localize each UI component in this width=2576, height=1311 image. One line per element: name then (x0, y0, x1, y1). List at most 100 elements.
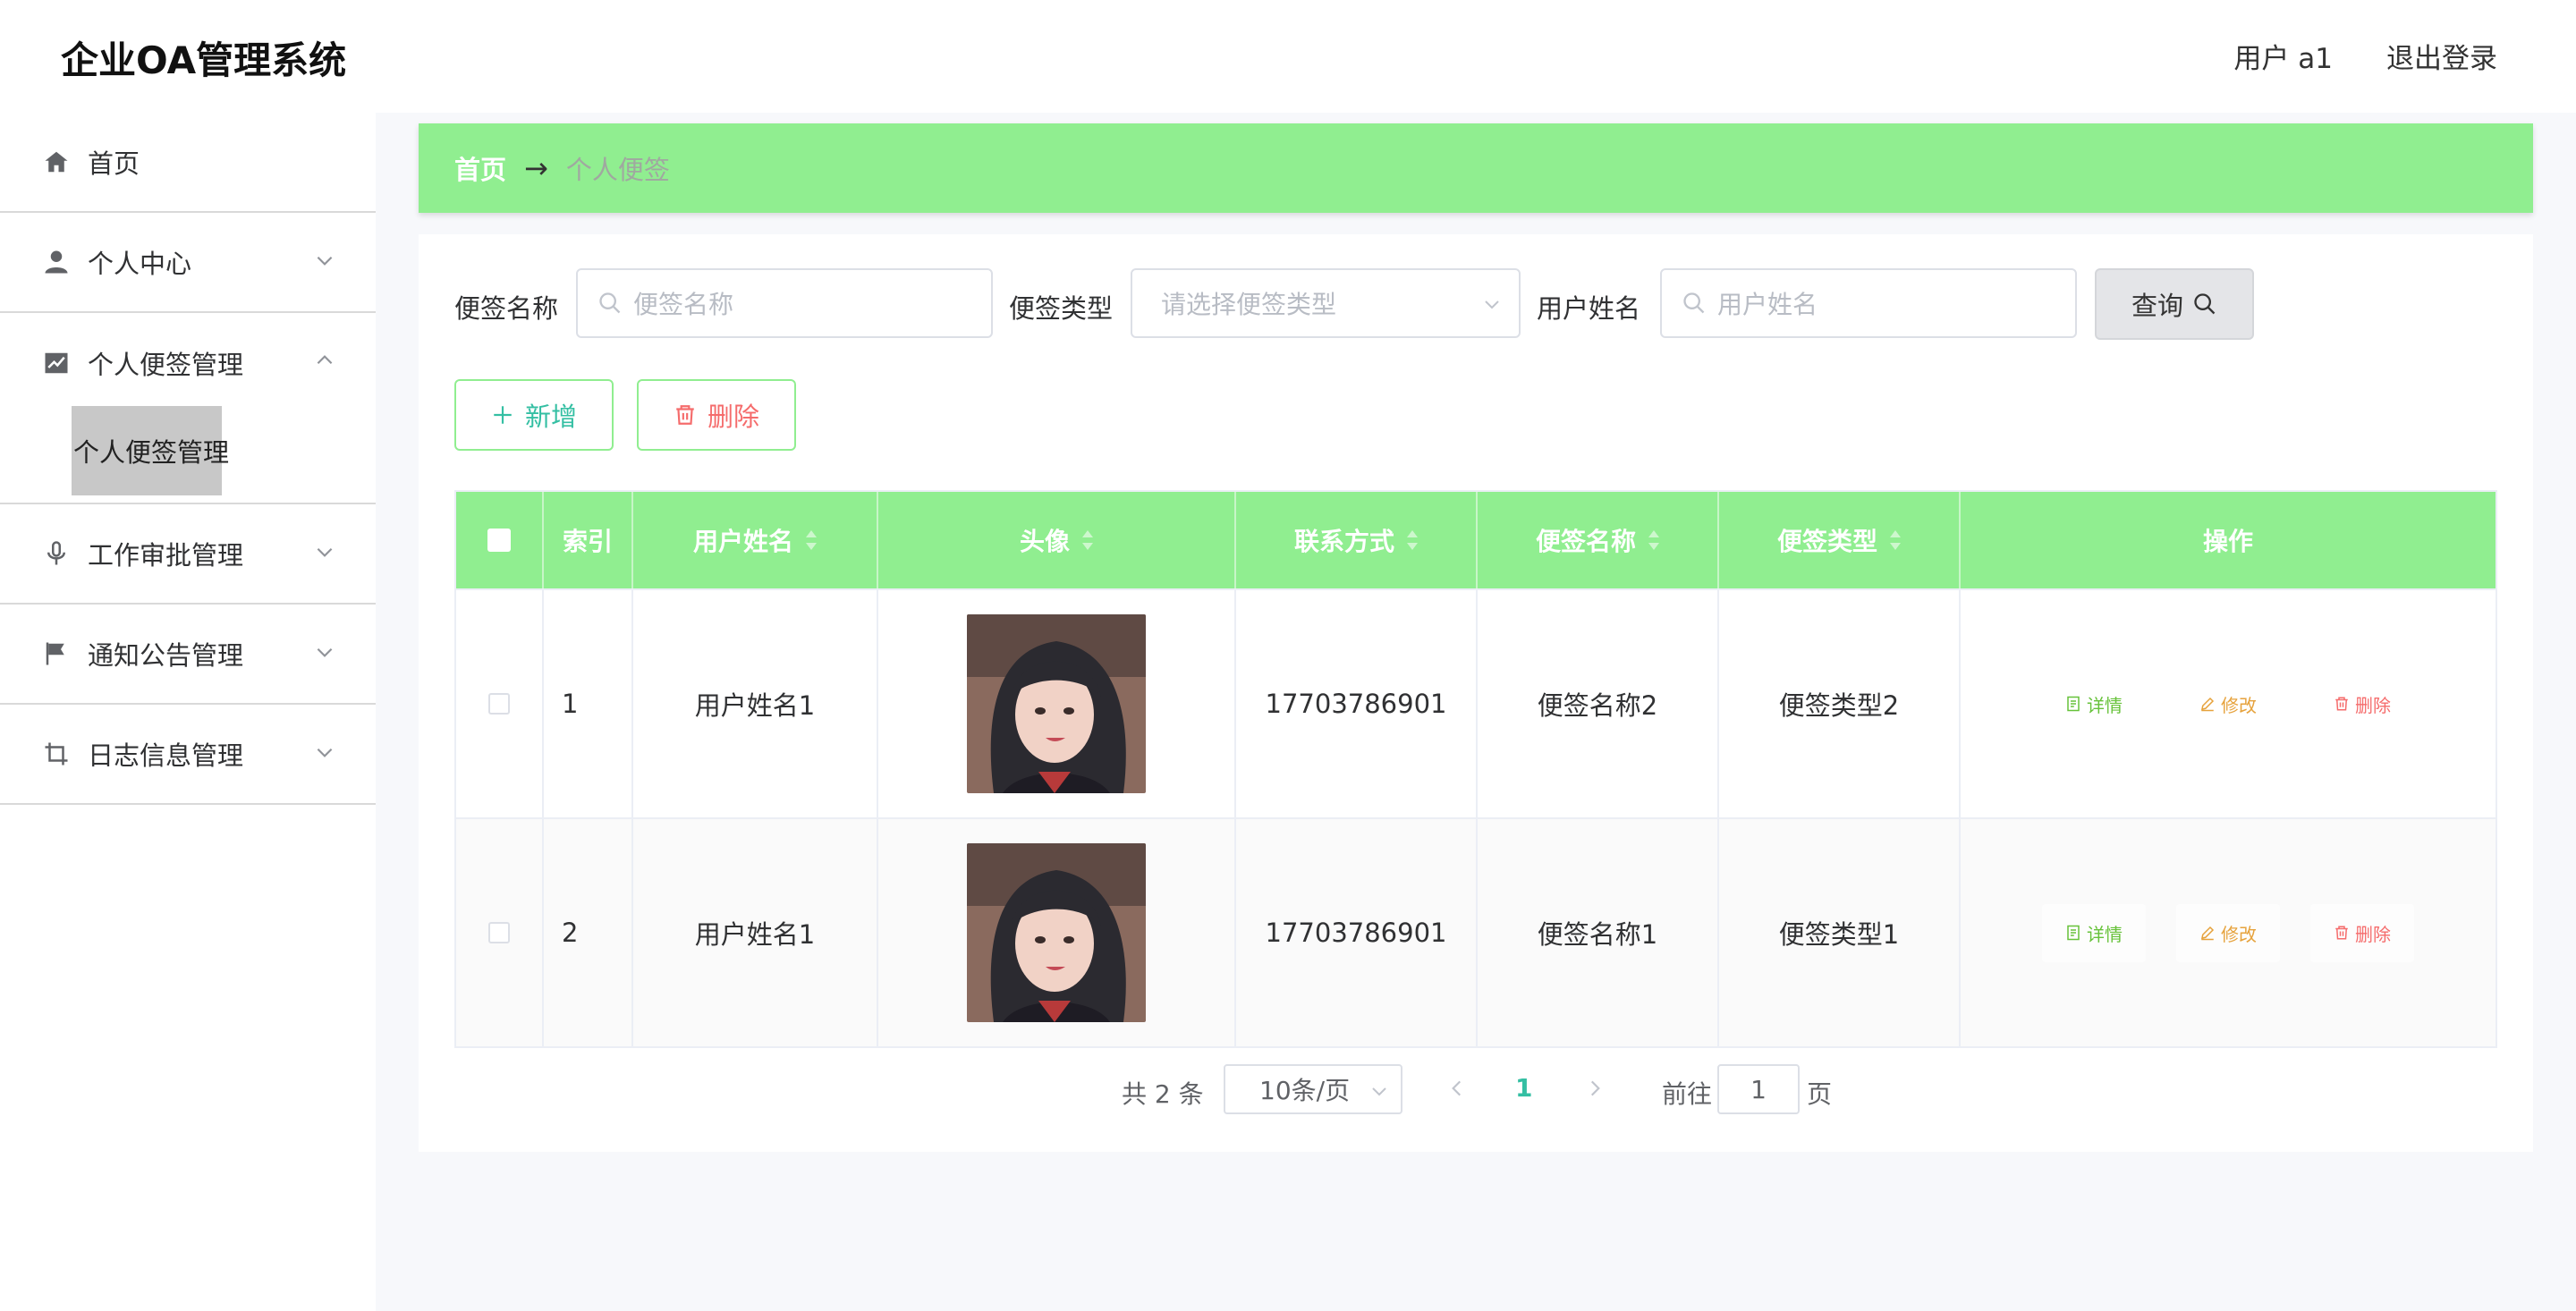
goto-label: 前往 (1662, 1079, 1713, 1109)
col-note-type[interactable]: 便签类型 (1719, 492, 1961, 588)
sidebar-item-label: 日志信息管理 (88, 740, 244, 771)
detail-label: 详情 (2087, 694, 2123, 716)
col-index: 索引 (544, 492, 633, 588)
breadcrumb: 首页 → 个人便签 (419, 123, 2533, 213)
chevron-down-icon (317, 547, 333, 557)
sort-icon[interactable] (1082, 530, 1093, 550)
select-all-checkbox[interactable] (487, 529, 511, 552)
edit-button[interactable]: 修改 (2176, 903, 2280, 962)
prev-page-icon[interactable] (1445, 1077, 1469, 1100)
edit-label: 修改 (2221, 694, 2257, 716)
col-phone-label: 联系方式 (1293, 527, 1394, 556)
note-type-select[interactable]: 请选择便签类型 (1131, 268, 1521, 338)
goto-page-input[interactable]: 1 (1717, 1064, 1800, 1114)
logout-link[interactable]: 退出登录 (2386, 36, 2497, 76)
crop-icon (43, 740, 70, 767)
note-name-cell: 便签名称2 (1478, 590, 1719, 817)
table-row: 1 用户姓名1 17703786901 便签名称2 便签类型2 详情 修改 删除 (456, 588, 2496, 817)
sidebar-item-notice[interactable]: 通知公告管理 (0, 605, 376, 705)
row-delete-button[interactable]: 删除 (2310, 903, 2414, 962)
user-name-input[interactable]: 用户姓名 (1660, 268, 2077, 338)
col-note-name[interactable]: 便签名称 (1478, 492, 1719, 588)
breadcrumb-current: 个人便签 (565, 155, 670, 185)
note-name-input[interactable]: 便签名称 (576, 268, 993, 338)
page-number-current[interactable]: 1 (1515, 1073, 1532, 1103)
row-checkbox[interactable] (488, 922, 510, 943)
note-type-placeholder: 请选择便签类型 (1161, 290, 1337, 319)
sidebar-item-profile[interactable]: 个人中心 (0, 213, 376, 313)
document-icon (2067, 925, 2080, 941)
sidebar-item-label: 工作审批管理 (88, 540, 244, 571)
col-avatar-label: 头像 (1019, 527, 1070, 556)
flag-icon (43, 640, 70, 667)
note-name-label: 便签名称 (454, 293, 559, 324)
avatar[interactable] (967, 843, 1146, 1022)
phone-cell: 17703786901 (1236, 819, 1478, 1046)
note-type-cell: 便签类型2 (1719, 590, 1961, 817)
detail-button[interactable]: 详情 (2042, 903, 2146, 962)
submenu-item-label: 个人便签管理 (73, 437, 230, 468)
sort-icon[interactable] (806, 530, 817, 550)
submenu-item-personal-notes[interactable]: 个人便签管理 (72, 406, 229, 495)
detail-label: 详情 (2087, 923, 2123, 945)
sort-icon[interactable] (1648, 530, 1659, 550)
sidebar-item-label: 通知公告管理 (88, 640, 244, 671)
col-avatar[interactable]: 头像 (878, 492, 1236, 588)
actions-cell: 详情 修改 删除 (1961, 819, 2496, 1046)
notes-table: 索引 用户姓名 头像 联系方式 便签名称 便签类型 操作 1 用户姓名1 177… (454, 490, 2497, 1048)
index-cell: 1 (544, 590, 633, 817)
sidebar-item-notes[interactable]: 个人便签管理 (0, 313, 376, 413)
sidebar-item-label: 个人便签管理 (88, 350, 244, 380)
chevron-down-icon (317, 647, 333, 657)
row-select-cell (456, 590, 544, 817)
trash-icon (2335, 697, 2348, 711)
edit-button[interactable]: 修改 (2176, 675, 2280, 733)
sidebar-item-home[interactable]: 首页 (0, 113, 376, 213)
page-suffix: 页 (1807, 1079, 1833, 1109)
col-phone[interactable]: 联系方式 (1236, 492, 1478, 588)
col-note-name-label: 便签名称 (1535, 527, 1636, 556)
note-name-cell: 便签名称1 (1478, 819, 1719, 1046)
sidebar-item-label: 个人中心 (88, 249, 192, 279)
next-page-icon[interactable] (1583, 1077, 1606, 1100)
app-title: 企业OA管理系统 (61, 38, 347, 82)
sidebar-item-log[interactable]: 日志信息管理 (0, 705, 376, 805)
edit-label: 修改 (2221, 923, 2257, 945)
search-icon (599, 292, 621, 314)
submenu-notes: 个人便签管理 (0, 406, 376, 504)
chevron-down-icon (1485, 300, 1499, 309)
sidebar: 首页 个人中心 个人便签管理 个人便签管理 工作审批管理 通知公告管理 日志信息… (0, 113, 376, 1311)
bulk-delete-button[interactable]: 删除 (637, 379, 796, 451)
avatar-cell (878, 819, 1236, 1046)
user-icon (43, 249, 70, 275)
avatar[interactable] (967, 614, 1146, 793)
home-icon (43, 148, 70, 175)
sort-icon[interactable] (1407, 530, 1418, 550)
note-type-label: 便签类型 (1009, 293, 1114, 324)
top-header: 企业OA管理系统 用户 a1 退出登录 (0, 0, 2576, 113)
row-delete-button[interactable]: 删除 (2310, 675, 2414, 733)
plus-icon (494, 406, 512, 424)
chevron-down-icon (317, 748, 333, 757)
user-name-cell: 用户姓名1 (633, 590, 878, 817)
query-button[interactable]: 查询 (2095, 268, 2254, 340)
search-icon (2194, 293, 2216, 315)
edit-icon (2201, 697, 2215, 712)
chevron-up-icon (317, 355, 333, 365)
document-icon (2067, 696, 2080, 712)
row-checkbox[interactable] (488, 693, 510, 715)
row-select-cell (456, 819, 544, 1046)
goto-page-value: 1 (1750, 1074, 1767, 1104)
delete-button-label: 删除 (707, 402, 759, 432)
note-type-cell: 便签类型1 (1719, 819, 1961, 1046)
col-user-name[interactable]: 用户姓名 (633, 492, 878, 588)
current-user-label: 用户 a1 (2233, 43, 2333, 75)
add-button[interactable]: 新增 (454, 379, 614, 451)
col-index-label: 索引 (562, 527, 613, 556)
sidebar-item-approval[interactable]: 工作审批管理 (0, 504, 376, 605)
page-size-select[interactable]: 10条/页 (1224, 1064, 1402, 1114)
col-actions-label: 操作 (2202, 527, 2253, 556)
detail-button[interactable]: 详情 (2042, 675, 2146, 733)
sort-icon[interactable] (1890, 530, 1901, 550)
breadcrumb-home[interactable]: 首页 (454, 149, 506, 187)
